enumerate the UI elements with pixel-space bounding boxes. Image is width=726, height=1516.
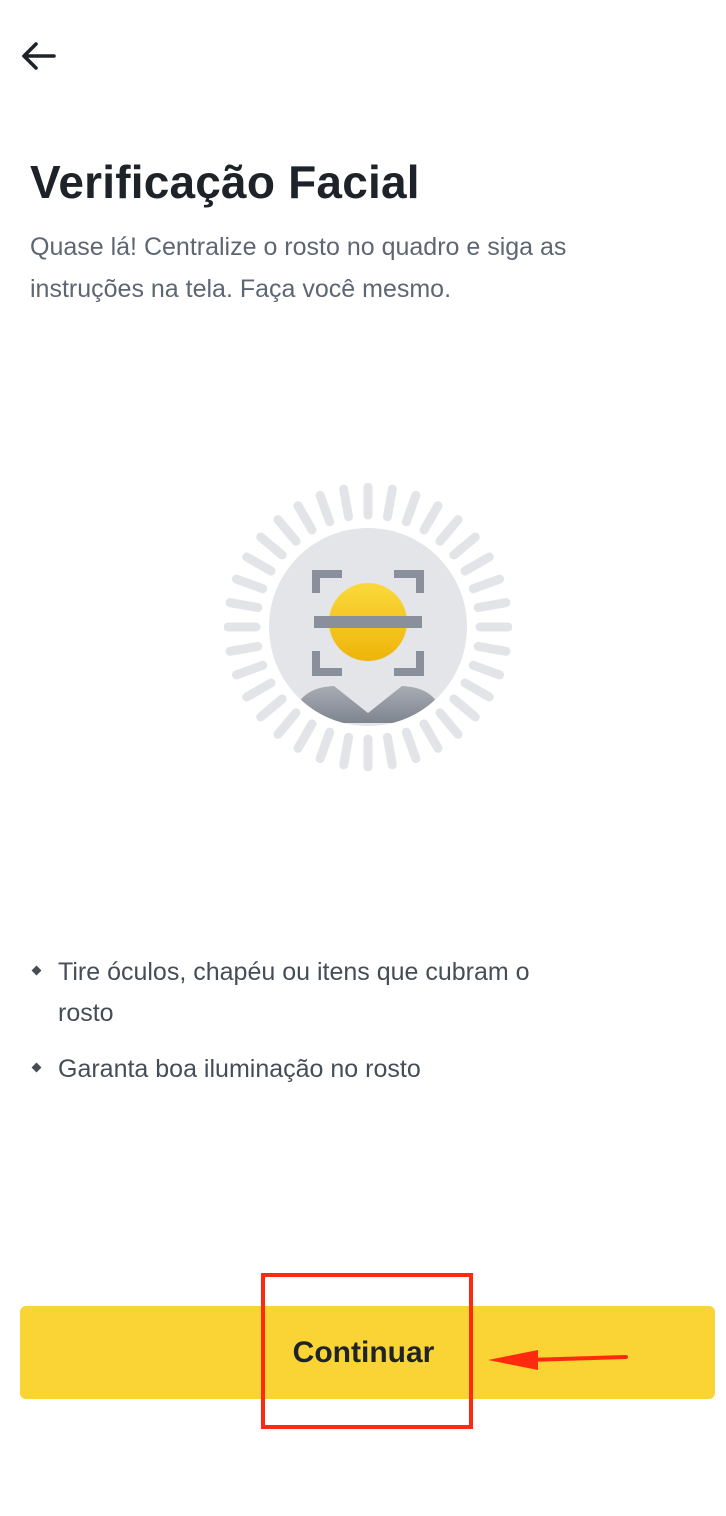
scan-ring-tick bbox=[435, 515, 463, 546]
scan-ring-tick bbox=[473, 641, 511, 656]
scan-ring-tick bbox=[460, 678, 494, 702]
scan-ring-tick bbox=[315, 490, 335, 527]
scan-ring-tick bbox=[382, 732, 397, 770]
continue-button[interactable]: Continuar bbox=[20, 1306, 715, 1399]
scan-ring-tick bbox=[468, 660, 505, 680]
scan-ring-tick bbox=[293, 501, 317, 535]
scan-ring-tick bbox=[419, 719, 443, 753]
tip-item: Garanta boa iluminação no rosto bbox=[30, 1049, 550, 1090]
scan-ring-tick bbox=[419, 501, 443, 535]
tip-item: Tire óculos, chapéu ou itens que cubram … bbox=[30, 952, 550, 1034]
scan-ring-tick bbox=[435, 708, 463, 739]
page-subtitle: Quase lá! Centralize o rosto no quadro e… bbox=[30, 233, 567, 303]
diamond-bullet-icon bbox=[31, 965, 42, 976]
scan-ring-tick bbox=[242, 552, 276, 576]
diamond-bullet-icon bbox=[31, 1062, 42, 1073]
scan-ring-tick bbox=[339, 484, 354, 522]
tip-text: Tire óculos, chapéu ou itens que cubram … bbox=[58, 958, 530, 1027]
back-button[interactable] bbox=[16, 36, 60, 76]
scan-ring-tick bbox=[401, 490, 421, 527]
tip-text: Garanta boa iluminação no rosto bbox=[58, 1055, 421, 1083]
scan-ring-tick bbox=[382, 484, 397, 522]
scan-ring-tick bbox=[401, 727, 421, 764]
continue-button-label: Continuar bbox=[292, 1335, 435, 1369]
scan-ring-tick bbox=[473, 598, 511, 613]
page-title: Verificação Facial bbox=[30, 156, 420, 208]
tips-list: Tire óculos, chapéu ou itens que cubram … bbox=[30, 952, 550, 1105]
scan-ring-tick bbox=[256, 532, 287, 560]
scan-ring-tick bbox=[273, 708, 301, 739]
scan-ring-tick bbox=[225, 598, 263, 613]
scan-ring-tick bbox=[315, 727, 335, 764]
scan-ring-tick bbox=[231, 574, 268, 594]
scan-ring-tick bbox=[225, 641, 263, 656]
face-scan-icon bbox=[223, 482, 513, 772]
arrow-left-icon bbox=[22, 42, 56, 70]
scan-ring-tick bbox=[242, 678, 276, 702]
scan-ring-tick bbox=[339, 732, 354, 770]
scan-line bbox=[314, 616, 422, 628]
scan-ring-tick bbox=[468, 574, 505, 594]
scan-ring-tick bbox=[460, 552, 494, 576]
scan-ring-tick bbox=[449, 694, 480, 722]
scan-ring-tick bbox=[273, 515, 301, 546]
scan-ring-tick bbox=[231, 660, 268, 680]
face-scan-illustration bbox=[223, 482, 513, 772]
scan-ring-tick bbox=[449, 532, 480, 560]
scan-ring-tick bbox=[293, 719, 317, 753]
scan-ring-tick bbox=[256, 694, 287, 722]
